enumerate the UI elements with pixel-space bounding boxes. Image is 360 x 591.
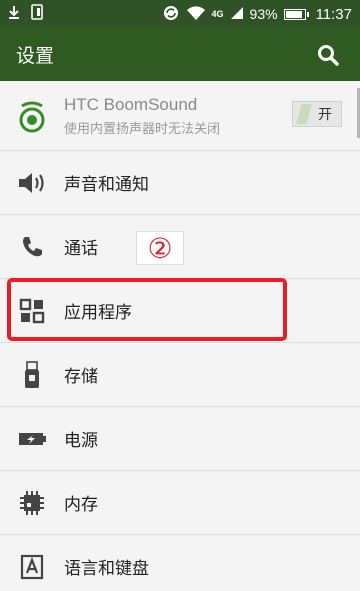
apps-grid-icon bbox=[0, 298, 64, 324]
boomsound-icon bbox=[0, 98, 64, 134]
wifi-icon bbox=[186, 5, 206, 24]
app-bar: 设置 bbox=[0, 28, 360, 81]
settings-list: HTC BoomSound 使用内置扬声器时无法关闭 开 声音和通知 通话 应用… bbox=[0, 81, 360, 591]
device-icon bbox=[30, 3, 44, 25]
battery-percent: 93% bbox=[249, 6, 278, 22]
settings-item-language[interactable]: 语言和键盘 bbox=[0, 535, 360, 591]
settings-item-label: 通话 bbox=[64, 239, 98, 259]
settings-item-label: 语言和键盘 bbox=[64, 559, 149, 579]
memory-chip-icon bbox=[0, 489, 64, 517]
settings-item-label: 电源 bbox=[64, 431, 98, 451]
settings-item-power[interactable]: 电源 bbox=[0, 407, 360, 471]
battery-status-icon bbox=[283, 8, 309, 20]
settings-item-memory[interactable]: 内存 bbox=[0, 471, 360, 535]
page-title: 设置 bbox=[16, 45, 55, 67]
step-marker: ② bbox=[136, 231, 184, 265]
settings-item-boomsound[interactable]: HTC BoomSound 使用内置扬声器时无法关闭 开 bbox=[0, 81, 360, 151]
speaker-icon bbox=[0, 171, 64, 195]
phone-icon bbox=[0, 235, 64, 259]
sync-icon bbox=[162, 4, 180, 25]
battery-icon bbox=[0, 431, 64, 447]
settings-item-sound[interactable]: 声音和通知 bbox=[0, 151, 360, 215]
status-bar: 4G 93% 11:37 bbox=[0, 0, 360, 28]
settings-item-label: 内存 bbox=[64, 495, 98, 515]
boomsound-toggle[interactable]: 开 bbox=[292, 101, 342, 127]
settings-item-label: 存储 bbox=[64, 367, 98, 387]
toggle-label: 开 bbox=[318, 107, 332, 123]
keyboard-a-icon bbox=[0, 554, 64, 580]
settings-item-label: 声音和通知 bbox=[64, 175, 149, 195]
search-icon bbox=[318, 44, 339, 66]
settings-item-apps[interactable]: 应用程序 bbox=[0, 279, 360, 343]
settings-item-storage[interactable]: 存储 bbox=[0, 343, 360, 407]
boomsound-title: HTC BoomSound bbox=[64, 94, 198, 114]
boomsound-subtitle: 使用内置扬声器时无法关闭 bbox=[64, 121, 221, 137]
status-time: 11:37 bbox=[315, 5, 352, 23]
toggle-knob bbox=[296, 104, 312, 124]
cell-signal-icon bbox=[230, 6, 244, 23]
download-icon bbox=[8, 5, 20, 24]
usb-storage-icon bbox=[0, 360, 64, 389]
settings-item-label: 应用程序 bbox=[64, 303, 132, 323]
search-button[interactable] bbox=[312, 39, 344, 71]
signal-label: 4G bbox=[211, 9, 224, 19]
